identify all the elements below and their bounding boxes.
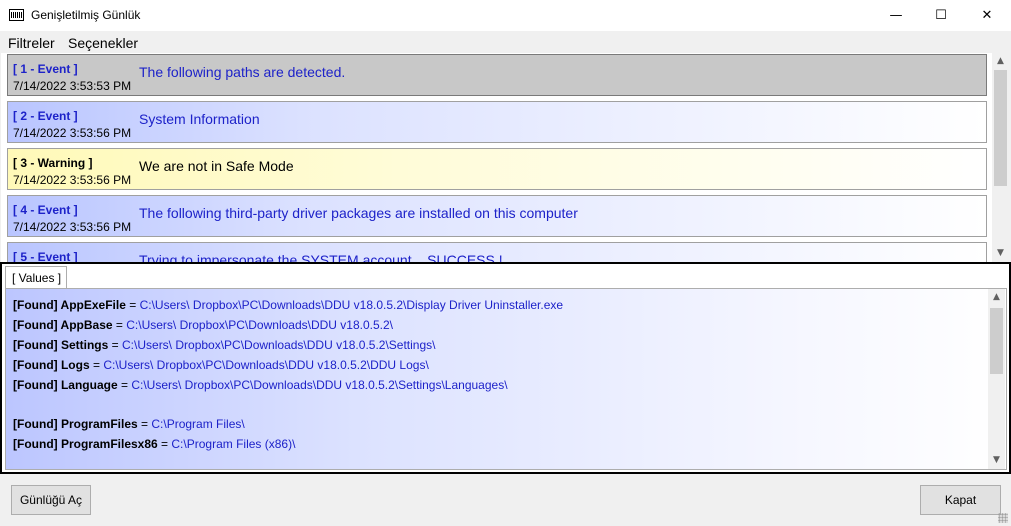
event-kind: [ 4 - Event ]: [13, 203, 78, 217]
menu-bar: Filtreler Seçenekler: [0, 31, 1011, 53]
minimize-button[interactable]: —: [873, 0, 919, 31]
value-path: C:\Program Files (x86)\: [171, 437, 296, 451]
close-window-button[interactable]: ✕: [964, 0, 1010, 31]
values-text[interactable]: [Found] AppExeFile = C:\Users\ Dropbox\P…: [5, 288, 1007, 470]
value-path: C:\Users\ Dropbox\PC\Downloads\DDU v18.0…: [126, 318, 394, 332]
event-kind: [ 2 - Event ]: [13, 109, 78, 123]
event-list-scrollbar[interactable]: ▲ ▼: [992, 53, 1009, 262]
scroll-thumb[interactable]: [990, 308, 1003, 374]
value-key: [Found] Logs: [13, 358, 90, 372]
value-key: [Found] ProgramFiles: [13, 417, 138, 431]
scroll-up-icon[interactable]: ▲: [992, 53, 1009, 70]
value-line: [Found] ProgramFiles = C:\Program Files\: [13, 417, 245, 431]
value-path: C:\Program Files\: [151, 417, 245, 431]
close-button[interactable]: Kapat: [920, 485, 1001, 515]
scroll-down-icon[interactable]: ▼: [992, 245, 1009, 262]
value-line: [Found] AppExeFile = C:\Users\ Dropbox\P…: [13, 298, 563, 312]
value-line: [Found] Logs = C:\Users\ Dropbox\PC\Down…: [13, 358, 429, 372]
event-time: 7/14/2022 3:53:56 PM: [13, 220, 132, 234]
value-path: C:\Users\ Dropbox\PC\Downloads\DDU v18.0…: [139, 298, 564, 312]
value-equals: =: [108, 338, 123, 352]
value-path: C:\Users\ Dropbox\PC\Downloads\DDU v18.0…: [131, 378, 508, 392]
app-icon: [9, 9, 24, 21]
value-path: C:\Users\ Dropbox\PC\Downloads\DDU v18.0…: [122, 338, 436, 352]
scroll-down-icon[interactable]: ▼: [988, 452, 1005, 469]
event-message: The following third-party driver package…: [139, 205, 578, 221]
window-title: Genişletilmiş Günlük: [31, 8, 141, 22]
resize-grip-icon[interactable]: [998, 513, 1008, 523]
values-scrollbar[interactable]: ▲ ▼: [988, 289, 1005, 469]
event-row[interactable]: [ 1 - Event ] 7/14/2022 3:53:53 PM The f…: [7, 54, 987, 96]
event-message: We are not in Safe Mode: [139, 158, 294, 174]
title-bar: Genişletilmiş Günlük — ☐ ✕: [0, 0, 1011, 31]
event-row[interactable]: [ 2 - Event ] 7/14/2022 3:53:56 PM Syste…: [7, 101, 987, 143]
event-kind: [ 3 - Warning ]: [13, 156, 93, 170]
event-kind: [ 1 - Event ]: [13, 62, 78, 76]
maximize-button[interactable]: ☐: [918, 0, 964, 31]
value-equals: =: [125, 298, 140, 312]
value-line: [Found] AppBase = C:\Users\ Dropbox\PC\D…: [13, 318, 393, 332]
event-kind: [ 5 - Event ]: [13, 250, 78, 262]
value-line: [Found] ProgramFilesx86 = C:\Program Fil…: [13, 437, 295, 451]
value-equals: =: [112, 318, 127, 332]
value-key: [Found] Language: [13, 378, 118, 392]
event-message: Trying to impersonate the SYSTEM account…: [139, 252, 503, 262]
event-list[interactable]: [ 1 - Event ] 7/14/2022 3:53:53 PM The f…: [1, 53, 1009, 262]
event-time: 7/14/2022 3:53:56 PM: [13, 126, 132, 140]
value-equals: =: [157, 437, 172, 451]
menu-options[interactable]: Seçenekler: [68, 35, 138, 51]
value-line: [Found] Language = C:\Users\ Dropbox\PC\…: [13, 378, 508, 392]
value-line: [Found] Settings = C:\Users\ Dropbox\PC\…: [13, 338, 435, 352]
scroll-thumb[interactable]: [994, 70, 1007, 186]
event-row[interactable]: [ 4 - Event ] 7/14/2022 3:53:56 PM The f…: [7, 195, 987, 237]
menu-filters[interactable]: Filtreler: [8, 35, 55, 51]
value-key: [Found] ProgramFilesx86: [13, 437, 158, 451]
tab-values[interactable]: [ Values ]: [5, 266, 67, 288]
value-key: [Found] AppExeFile: [13, 298, 126, 312]
event-time: 7/14/2022 3:53:53 PM: [13, 79, 132, 93]
value-key: [Found] Settings: [13, 338, 109, 352]
event-time: 7/14/2022 3:53:56 PM: [13, 173, 132, 187]
value-equals: =: [117, 378, 132, 392]
value-key: [Found] AppBase: [13, 318, 113, 332]
event-row[interactable]: [ 3 - Warning ] 7/14/2022 3:53:56 PM We …: [7, 148, 987, 190]
values-panel: [ Values ] [Found] AppExeFile = C:\Users…: [0, 262, 1011, 474]
value-path: C:\Users\ Dropbox\PC\Downloads\DDU v18.0…: [103, 358, 429, 372]
button-bar: Günlüğü Aç Kapat: [0, 474, 1011, 526]
open-log-button[interactable]: Günlüğü Aç: [11, 485, 91, 515]
value-equals: =: [137, 417, 152, 431]
value-equals: =: [89, 358, 104, 372]
event-message: System Information: [139, 111, 260, 127]
event-message: The following paths are detected.: [139, 64, 346, 80]
scroll-up-icon[interactable]: ▲: [988, 289, 1005, 306]
event-row[interactable]: [ 5 - Event ] Trying to impersonate the …: [7, 242, 987, 262]
